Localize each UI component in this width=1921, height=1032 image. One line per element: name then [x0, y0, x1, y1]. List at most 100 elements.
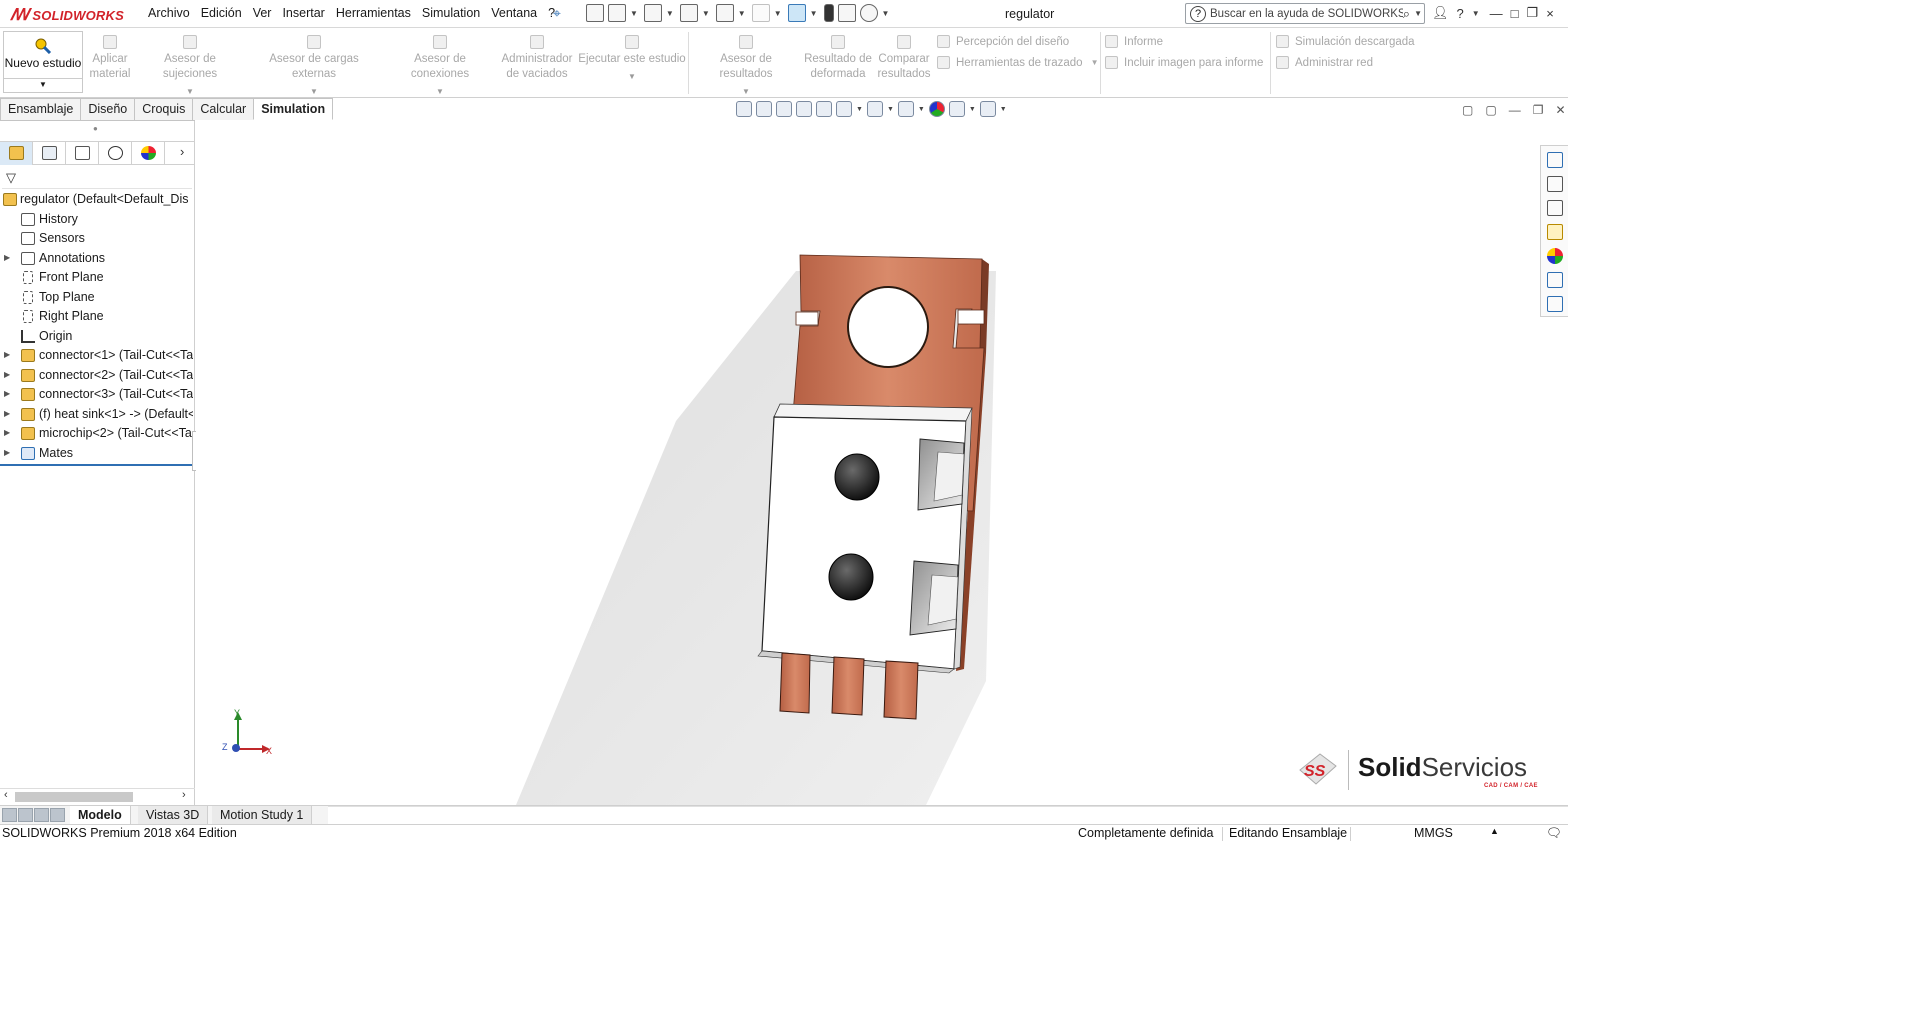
file-properties-icon[interactable]	[837, 4, 856, 22]
tab-modelo[interactable]: Modelo	[70, 806, 131, 825]
undo-icon[interactable]	[751, 4, 770, 22]
scroll-right-icon[interactable]: ›	[182, 789, 186, 801]
compare-results-button[interactable]: Comparar resultados	[874, 35, 934, 82]
select-pointer-icon[interactable]	[787, 4, 806, 22]
chevron-down-icon[interactable]: ▼	[578, 69, 686, 84]
graphics-area[interactable]	[196, 121, 1568, 805]
tree-filter[interactable]: ▽	[2, 167, 192, 189]
forum-icon[interactable]	[1547, 296, 1563, 312]
tree-item[interactable]: ▶ microchip<2> (Tail-Cut<<Ta	[0, 424, 193, 444]
tree-item[interactable]: ▶ Mates	[0, 444, 193, 464]
chevron-down-icon[interactable]: ▼	[887, 106, 894, 113]
chevron-down-icon[interactable]: ▼	[969, 106, 976, 113]
tile-left-icon[interactable]: ▢	[1462, 103, 1473, 117]
panel-collapse-handle[interactable]: ●	[93, 124, 98, 133]
minimize-button[interactable]: —	[1490, 6, 1503, 21]
tree-item[interactable]: Origin	[0, 327, 193, 347]
plot-tools-button[interactable]: Herramientas de trazado ▼	[937, 56, 1098, 69]
hide-show-items-icon[interactable]	[897, 101, 914, 117]
zoom-to-area-icon[interactable]	[756, 101, 772, 117]
tree-item[interactable]: ▶ Annotations	[0, 249, 193, 269]
display-manager-tab[interactable]	[132, 142, 165, 165]
search-icon[interactable]: ⌕	[1403, 6, 1410, 22]
external-loads-advisor-button[interactable]: Asesor de cargas externas ▼	[246, 35, 382, 99]
chevron-right-icon[interactable]: ›	[180, 144, 184, 159]
tree-item[interactable]: ▶ connector<2> (Tail-Cut<<Ta	[0, 366, 193, 386]
tab-calcular[interactable]: Calcular	[192, 98, 255, 120]
design-library-icon[interactable]	[1547, 176, 1563, 192]
model-view[interactable]	[196, 121, 1568, 805]
display-style-icon[interactable]	[866, 101, 883, 117]
chevron-down-icon[interactable]: ▼	[136, 84, 244, 99]
expand-arrow-icon[interactable]: ▶	[4, 409, 10, 418]
tree-item[interactable]: Sensors	[0, 229, 193, 249]
chevron-down-icon[interactable]: ▼	[4, 78, 82, 92]
tab-diseno[interactable]: Diseño	[80, 98, 136, 120]
expand-arrow-icon[interactable]: ▶	[4, 448, 10, 457]
view-palette-icon[interactable]	[1547, 224, 1563, 240]
solidworks-resources-icon[interactable]	[1547, 152, 1563, 168]
user-icon[interactable]: 👤︎	[1432, 5, 1449, 21]
chevron-down-icon[interactable]: ▼	[882, 9, 890, 18]
menu-insertar[interactable]: Insertar	[282, 6, 331, 20]
expand-arrow-icon[interactable]: ▶	[4, 389, 10, 398]
traffic-light-icon[interactable]	[823, 4, 834, 22]
report-button[interactable]: Informe	[1105, 35, 1163, 48]
expand-arrow-icon[interactable]: ▶	[4, 370, 10, 379]
units-selector[interactable]: MMGS	[1414, 826, 1453, 840]
property-manager-tab[interactable]	[33, 142, 66, 165]
view-orientation-icon[interactable]	[836, 101, 852, 117]
tab-motion-study[interactable]: Motion Study 1	[212, 806, 313, 825]
menu-edicion[interactable]: Edición	[201, 6, 249, 20]
tab-ensamblaje[interactable]: Ensamblaje	[0, 98, 82, 120]
view-settings-icon[interactable]	[979, 101, 996, 117]
first-tab-icon[interactable]	[2, 808, 17, 822]
help-menu-button[interactable]: ?	[1457, 6, 1464, 21]
custom-properties-icon[interactable]	[1547, 272, 1563, 288]
tab-vistas-3d[interactable]: Vistas 3D	[138, 806, 209, 825]
apply-scene-icon[interactable]	[948, 101, 965, 117]
menu-ventana[interactable]: Ventana	[491, 6, 544, 20]
tab-simulation[interactable]: Simulation	[253, 98, 334, 120]
chevron-down-icon[interactable]: ▼	[918, 106, 925, 113]
chevron-down-icon[interactable]: ▼	[702, 9, 710, 18]
edit-appearance-icon[interactable]	[928, 101, 945, 117]
next-tab-icon[interactable]	[34, 808, 49, 822]
expand-arrow-icon[interactable]: ▶	[4, 253, 10, 262]
zoom-to-fit-icon[interactable]	[736, 101, 752, 117]
tree-item[interactable]: Top Plane	[0, 288, 193, 308]
fixtures-advisor-button[interactable]: Asesor de sujeciones ▼	[136, 35, 244, 99]
dynamic-annotation-icon[interactable]	[816, 101, 832, 117]
maximize-button[interactable]: □	[1511, 6, 1519, 21]
tree-item[interactable]: ▶ (f) heat sink<1> -> (Default<	[0, 405, 193, 425]
menu-ver[interactable]: Ver	[253, 6, 279, 20]
restore-icon[interactable]: ❐	[1527, 5, 1539, 21]
feature-manager-tab[interactable]	[0, 142, 33, 165]
chevron-down-icon[interactable]: ▼	[738, 9, 746, 18]
close-button[interactable]: ×	[1546, 6, 1554, 21]
configuration-manager-tab[interactable]	[66, 142, 99, 165]
results-advisor-button[interactable]: Asesor de resultados ▼	[692, 35, 800, 99]
options-gear-icon[interactable]	[859, 4, 878, 22]
dimxpert-manager-tab[interactable]	[99, 142, 132, 165]
expand-arrow-icon[interactable]: ▶	[4, 350, 10, 359]
print-icon[interactable]	[715, 4, 734, 22]
chevron-down-icon[interactable]: ▼	[246, 84, 382, 99]
last-tab-icon[interactable]	[50, 808, 65, 822]
tree-item[interactable]: Right Plane	[0, 307, 193, 327]
tree-root[interactable]: regulator (Default<Default_Dis	[0, 190, 193, 210]
design-insight-button[interactable]: Percepción del diseño	[937, 35, 1069, 48]
chevron-down-icon[interactable]: ▼	[630, 9, 638, 18]
menu-herramientas[interactable]: Herramientas	[336, 6, 418, 20]
file-explorer-icon[interactable]	[1547, 200, 1563, 216]
manage-network-button[interactable]: Administrar red	[1276, 56, 1373, 69]
help-search-box[interactable]: ? Buscar en la ayuda de SOLIDWORKS ⌕ ▼	[1185, 3, 1425, 24]
horizontal-scrollbar[interactable]: ‹ ›	[0, 788, 195, 804]
chevron-down-icon[interactable]: ▼	[692, 84, 800, 99]
chevron-down-icon[interactable]: ▼	[856, 106, 863, 113]
previous-view-icon[interactable]	[776, 101, 792, 117]
viewport-minimize-icon[interactable]: —	[1509, 103, 1521, 117]
pin-menu-icon[interactable]: ⌖	[553, 5, 561, 22]
tab-croquis[interactable]: Croquis	[134, 98, 194, 120]
run-study-button[interactable]: Ejecutar este estudio ▼	[578, 35, 686, 84]
